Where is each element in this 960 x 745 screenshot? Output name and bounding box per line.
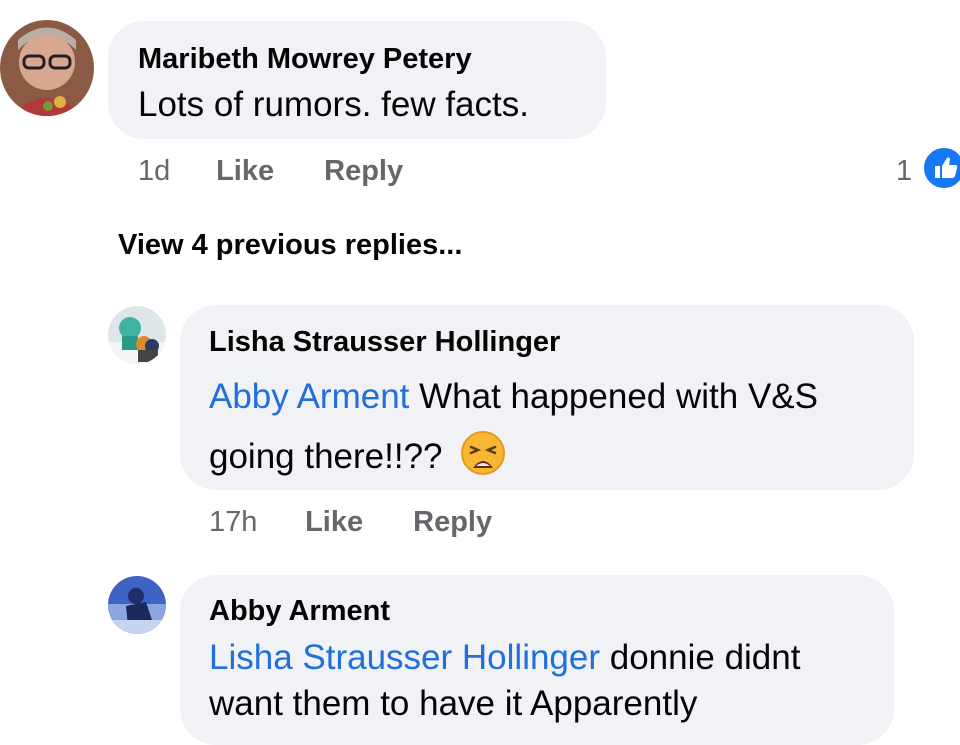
- reply-actions: 17h Like Reply: [209, 506, 492, 539]
- reply-text-line2: going there!!??: [209, 437, 443, 476]
- avatar-lisha-image: [108, 306, 166, 364]
- reply-author[interactable]: Abby Arment: [209, 595, 390, 628]
- reply-button[interactable]: Reply: [324, 155, 403, 187]
- reply-text-line2: want them to have it Apparently: [209, 684, 698, 723]
- comment-author[interactable]: Maribeth Mowrey Petery: [138, 43, 472, 76]
- reply-text-line1: donnie didnt: [600, 638, 801, 677]
- reply-author[interactable]: Lisha Strausser Hollinger: [209, 326, 560, 359]
- weary-face-emoji: [460, 430, 506, 476]
- reaction-count[interactable]: 1: [896, 155, 912, 188]
- reply-text: Abby Arment What happened with V&S going…: [209, 367, 818, 487]
- reply-text-line1: What happened with V&S: [409, 377, 818, 416]
- reply-timestamp[interactable]: 17h: [209, 506, 297, 539]
- mention-link[interactable]: Lisha Strausser Hollinger: [209, 638, 600, 677]
- reply-bubble: Lisha Strausser Hollinger Abby Arment Wh…: [180, 305, 914, 490]
- avatar-abby[interactable]: [108, 576, 166, 634]
- reply-text: Lisha Strausser Hollinger donnie didnt w…: [209, 635, 800, 727]
- like-button[interactable]: Like: [216, 155, 316, 188]
- comment-text: Lots of rumors. few facts.: [138, 85, 529, 124]
- avatar-maribeth-image: [0, 20, 94, 116]
- reply-reply-button[interactable]: Reply: [413, 506, 492, 538]
- comment-actions: 1d Like Reply: [138, 155, 403, 188]
- avatar-maribeth[interactable]: [0, 20, 94, 116]
- mention-link[interactable]: Abby Arment: [209, 377, 409, 416]
- thumbs-up-icon[interactable]: [922, 146, 960, 190]
- comment-bubble: Maribeth Mowrey Petery Lots of rumors. f…: [108, 21, 606, 139]
- avatar-lisha[interactable]: [108, 306, 166, 364]
- view-previous-replies-link[interactable]: View 4 previous replies...: [118, 229, 462, 262]
- reply-like-button[interactable]: Like: [305, 506, 405, 539]
- comment-timestamp[interactable]: 1d: [138, 155, 208, 188]
- avatar-abby-image: [108, 576, 166, 634]
